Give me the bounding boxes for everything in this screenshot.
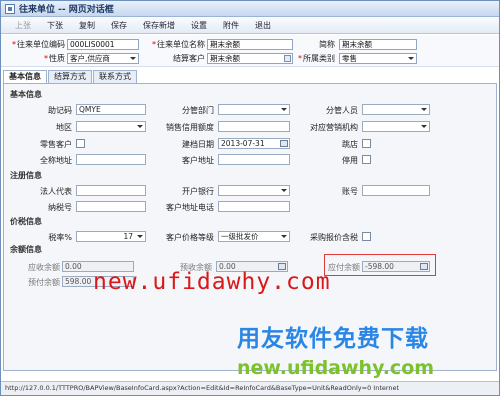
org-select[interactable] bbox=[362, 121, 430, 132]
tab-basic-info[interactable]: 基本信息 bbox=[3, 70, 47, 83]
chevron-down-icon bbox=[408, 57, 414, 60]
legal-rep-label: 法人代表 bbox=[40, 187, 72, 196]
region-select[interactable] bbox=[76, 121, 146, 132]
chevron-down-icon bbox=[137, 235, 143, 238]
org-label: 对应营销机构 bbox=[310, 123, 358, 132]
disabled-label: 停用 bbox=[342, 156, 358, 165]
advance-label: 预付余额 bbox=[28, 278, 60, 287]
address-field[interactable] bbox=[218, 154, 290, 165]
purchase-tax-label: 采购报价含税 bbox=[310, 233, 358, 242]
chevron-down-icon bbox=[137, 125, 143, 128]
full-address-field[interactable] bbox=[76, 154, 146, 165]
address-phone-label: 客户地址电话 bbox=[166, 203, 214, 212]
dept-label: 分管部门 bbox=[182, 106, 214, 115]
address-phone-field[interactable] bbox=[218, 201, 290, 212]
tab-contact[interactable]: 联系方式 bbox=[93, 70, 137, 83]
attachment-button[interactable]: 附件 bbox=[215, 20, 247, 31]
tax-no-label: 纳税号 bbox=[48, 203, 72, 212]
account-field[interactable] bbox=[362, 185, 430, 196]
section-basic: 基本信息 bbox=[10, 90, 42, 99]
bank-select[interactable] bbox=[218, 185, 290, 196]
created-label: 建档日期 bbox=[182, 140, 214, 149]
staff-select[interactable] bbox=[362, 104, 430, 115]
chevron-down-icon bbox=[130, 57, 136, 60]
region-label: 地区 bbox=[56, 123, 72, 132]
save-new-button[interactable]: 保存新增 bbox=[135, 20, 183, 31]
retail-label: 零售客户 bbox=[40, 140, 72, 149]
section-balance: 余额信息 bbox=[10, 245, 42, 254]
purchase-tax-checkbox[interactable] bbox=[362, 232, 371, 241]
address-label: 客户地址 bbox=[182, 156, 214, 165]
price-level-label: 客户价格等级 bbox=[166, 233, 214, 242]
section-register: 注册信息 bbox=[10, 171, 42, 180]
tab-bar: 基本信息 结算方式 联系方式 bbox=[3, 70, 138, 83]
dept-select[interactable] bbox=[218, 104, 290, 115]
payable-label: 应付余额 bbox=[328, 263, 360, 272]
closed-label: 跳店 bbox=[342, 140, 358, 149]
disabled-checkbox[interactable] bbox=[362, 155, 371, 164]
dialog-window: 往来单位 -- 网页对话框 上张 下张 复制 保存 保存新增 设置 附件 退出 … bbox=[0, 0, 500, 396]
tax-no-field[interactable] bbox=[76, 201, 146, 212]
category-select[interactable]: 零售 bbox=[339, 53, 417, 64]
short-name-label: 简称 bbox=[319, 40, 335, 49]
watermark-slogan: 用友软件免费下载 bbox=[237, 326, 429, 352]
mnemonic-field[interactable]: QMYE bbox=[76, 104, 146, 115]
chevron-down-icon bbox=[421, 108, 427, 111]
short-name-field[interactable]: 期末余额 bbox=[339, 39, 417, 50]
account-label: 账号 bbox=[342, 187, 358, 196]
settle-customer-field[interactable]: 期末余额 bbox=[207, 53, 293, 64]
legal-rep-field[interactable] bbox=[76, 185, 146, 196]
code-field[interactable]: 000LIS0001 bbox=[67, 39, 139, 50]
exit-button[interactable]: 退出 bbox=[247, 20, 279, 31]
lookup-icon[interactable] bbox=[284, 55, 291, 62]
title-bar: 往来单位 -- 网页对话框 bbox=[1, 1, 499, 17]
watermark-url-green: new.ufidawhy.com bbox=[237, 357, 435, 379]
status-bar: http://127.0.0.1/TTTPRO/BAPView/BaseInfo… bbox=[1, 381, 499, 395]
closed-checkbox[interactable] bbox=[362, 139, 371, 148]
tax-rate-label: 税率% bbox=[48, 233, 72, 242]
chevron-down-icon bbox=[281, 235, 287, 238]
price-level-select[interactable]: 一级批发价 bbox=[218, 231, 290, 242]
credit-label: 销售信用额度 bbox=[166, 123, 214, 132]
prev-button[interactable]: 上张 bbox=[7, 20, 39, 31]
settle-customer-label: 结算客户 bbox=[173, 54, 205, 63]
save-button[interactable]: 保存 bbox=[103, 20, 135, 31]
mnemonic-label: 助记码 bbox=[48, 106, 72, 115]
category-label: *所属类别 bbox=[298, 54, 335, 63]
chevron-down-icon bbox=[421, 125, 427, 128]
window-icon bbox=[5, 3, 15, 14]
next-button[interactable]: 下张 bbox=[39, 20, 71, 31]
receivable-label: 应收余额 bbox=[28, 263, 60, 272]
copy-button[interactable]: 复制 bbox=[71, 20, 103, 31]
staff-label: 分管人员 bbox=[326, 106, 358, 115]
chevron-down-icon bbox=[281, 189, 287, 192]
chevron-down-icon bbox=[281, 108, 287, 111]
code-label: *往来单位编码 bbox=[12, 40, 65, 49]
created-date-field[interactable]: 2013-07-31 bbox=[218, 138, 290, 149]
name-label: *往来单位名称 bbox=[152, 40, 205, 49]
name-field[interactable]: 期末余额 bbox=[207, 39, 293, 50]
tab-settlement[interactable]: 结算方式 bbox=[48, 70, 92, 83]
toolbar: 上张 下张 复制 保存 保存新增 设置 附件 退出 bbox=[1, 17, 499, 34]
watermark-url: new.ufidawhy.com bbox=[93, 269, 331, 295]
tax-rate-select[interactable]: 17 bbox=[76, 231, 146, 242]
retail-checkbox[interactable] bbox=[76, 139, 85, 148]
nature-label: *性质 bbox=[44, 54, 65, 63]
bank-label: 开户银行 bbox=[182, 187, 214, 196]
header-form: *往来单位编码 000LIS0001 *往来单位名称 期末余额 简称 期末余额 … bbox=[1, 35, 499, 67]
section-price-tax: 价税信息 bbox=[10, 217, 42, 226]
payable-field: -598.00 bbox=[362, 261, 430, 272]
nature-select[interactable]: 客户,供应商 bbox=[67, 53, 139, 64]
credit-field[interactable] bbox=[218, 121, 290, 132]
settings-button[interactable]: 设置 bbox=[183, 20, 215, 31]
window-title: 往来单位 -- 网页对话框 bbox=[19, 5, 114, 15]
full-address-label: 全称地址 bbox=[40, 156, 72, 165]
calendar-icon[interactable] bbox=[280, 140, 288, 147]
detail-icon[interactable] bbox=[420, 263, 428, 270]
